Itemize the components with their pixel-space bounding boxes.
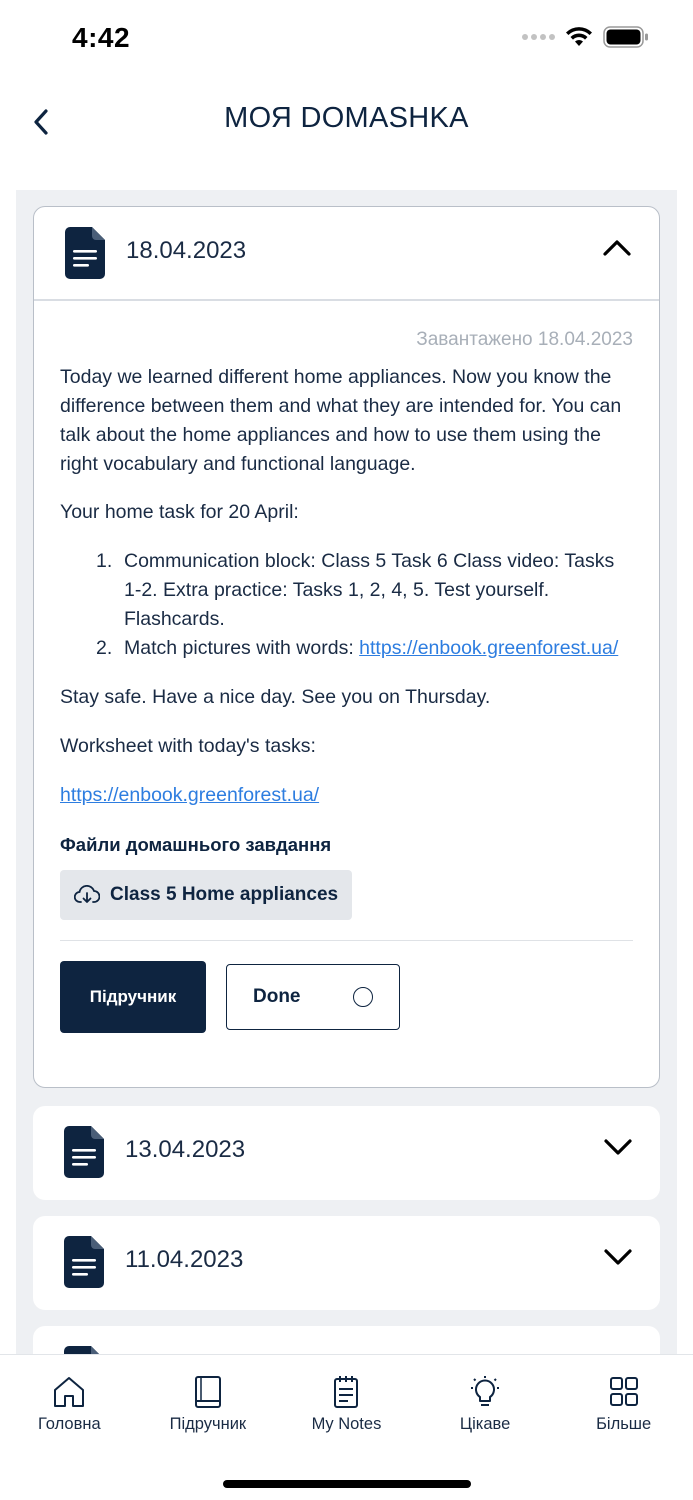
card-actions: Підручник Done [60, 961, 633, 1033]
file-download-button[interactable]: Class 5 Home appliances [60, 869, 353, 920]
bottom-nav: Головна Підручник My Notes Цікаве Більше [0, 1354, 693, 1500]
file-name: Class 5 Home appliances [110, 883, 339, 905]
task-number: 1. [96, 549, 113, 572]
nav-item-more[interactable]: Більше [564, 1375, 684, 1434]
task-text-label: Match pictures with words: [124, 636, 360, 659]
home-icon [54, 1377, 85, 1407]
book-icon [194, 1376, 221, 1408]
nav-item-notes[interactable]: My Notes [286, 1375, 406, 1434]
homework-card[interactable]: 13.04.2023 [33, 1106, 660, 1200]
document-icon [65, 227, 105, 279]
nav-label: Цікаве [459, 1415, 511, 1433]
homework-card-header[interactable] [33, 1326, 660, 1356]
textbook-button[interactable]: Підручник [60, 961, 206, 1033]
uploaded-date: Завантажено 18.04.2023 [416, 328, 633, 350]
homework-date: 13.04.2023 [125, 1136, 246, 1163]
task-item: 1. Communication block: Class 5 Task 6 C… [96, 547, 633, 634]
closing-text: Stay safe. Have a nice day. See you on T… [60, 685, 491, 708]
task-text: Communication block: Class 5 Task 6 Clas… [124, 549, 615, 630]
header: МОЯ DOMASHKA [0, 80, 693, 166]
grid-icon [609, 1377, 638, 1406]
status-bar: 4:42 [0, 0, 693, 80]
nav-label: Підручник [169, 1415, 247, 1433]
status-icons [522, 26, 649, 48]
chevron-down-icon[interactable] [604, 1248, 632, 1266]
done-button[interactable]: Done [226, 964, 400, 1030]
files-title: Файли домашнього завдання [60, 833, 332, 855]
status-time: 4:42 [72, 22, 131, 53]
home-indicator [223, 1480, 471, 1488]
cloud-download-icon [74, 884, 100, 903]
homework-card[interactable]: 11.04.2023 [33, 1216, 660, 1310]
homework-date: 11.04.2023 [125, 1246, 244, 1273]
homework-body: Завантажено 18.04.2023 Today we learned … [34, 328, 659, 1033]
chevron-up-icon[interactable] [603, 239, 631, 257]
done-label: Done [253, 986, 301, 1007]
worksheet-link[interactable]: https://enbook.greenforest.ua/ [60, 784, 319, 806]
task-text: Match pictures with words: https://enboo… [124, 634, 618, 663]
divider [60, 939, 633, 941]
worksheet-label: Worksheet with today's tasks: [60, 734, 316, 757]
task-link[interactable]: https://enbook.greenforest.ua/ [359, 637, 618, 659]
nav-label: Головна [37, 1415, 101, 1433]
homework-card-header[interactable]: 18.04.2023 [34, 207, 659, 299]
homework-card[interactable] [33, 1326, 660, 1356]
task-list: 1. Communication block: Class 5 Task 6 C… [60, 547, 633, 663]
nav-item-interesting[interactable]: Цікаве [425, 1375, 545, 1434]
task-item: 2. Match pictures with words: https://en… [96, 634, 633, 663]
divider [34, 299, 659, 301]
homework-date: 18.04.2023 [126, 237, 247, 264]
document-icon [64, 1236, 104, 1288]
homework-list[interactable]: 18.04.2023 Завантажено 18.04.2023 Today … [16, 190, 677, 1356]
nav-label: My Notes [311, 1415, 382, 1433]
done-radio[interactable] [353, 987, 373, 1007]
homework-card-header[interactable]: 13.04.2023 [33, 1106, 660, 1198]
lightbulb-icon [471, 1376, 500, 1406]
homework-card: 18.04.2023 Завантажено 18.04.2023 Today … [33, 206, 660, 1088]
task-number: 2. [96, 636, 113, 659]
task-heading: Your home task for 20 April: [60, 500, 299, 523]
wifi-icon [566, 27, 592, 46]
page-title: МОЯ DOMASHKA [224, 102, 469, 134]
nav-item-textbook[interactable]: Підручник [148, 1375, 268, 1434]
notes-icon [334, 1376, 359, 1408]
nav-item-home[interactable]: Головна [9, 1375, 129, 1434]
homework-card-header[interactable]: 11.04.2023 [33, 1216, 660, 1308]
nav-label: Більше [596, 1415, 652, 1433]
document-icon [64, 1126, 104, 1178]
signal-icon [522, 34, 555, 40]
battery-icon [603, 26, 648, 48]
chevron-down-icon[interactable] [604, 1138, 632, 1156]
homework-intro: Today we learned different home applianc… [60, 365, 622, 475]
